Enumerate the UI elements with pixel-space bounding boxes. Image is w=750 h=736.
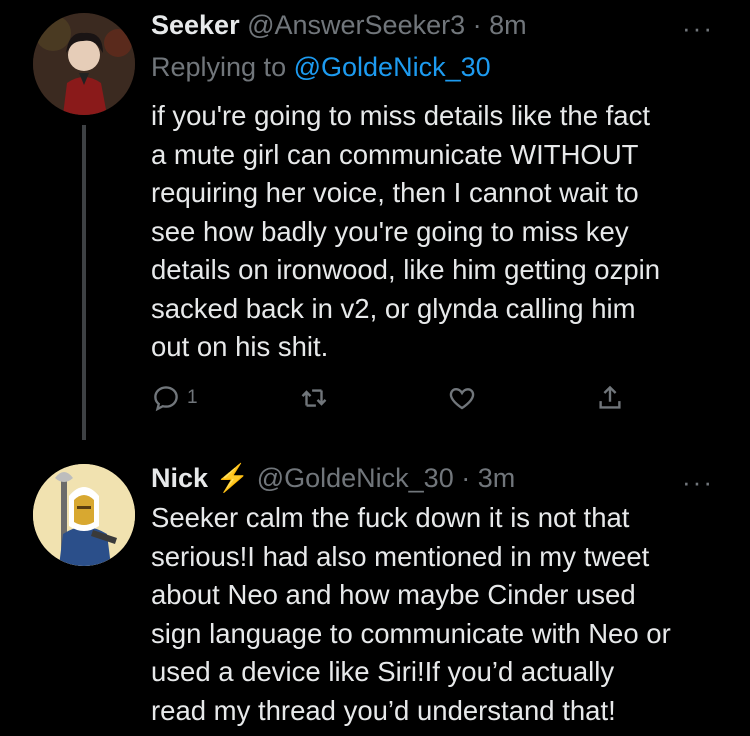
user-handle[interactable]: @GoldeNick_30 (257, 463, 454, 493)
tweet-header: Nick ⚡ @GoldeNick_30 · 3m (151, 462, 515, 494)
share-button[interactable] (595, 380, 625, 416)
like-icon (449, 388, 475, 410)
tweet-header: Seeker @AnswerSeeker3 · 8m (151, 9, 527, 41)
user-handle[interactable]: @AnswerSeeker3 (247, 10, 465, 40)
like-button[interactable] (447, 380, 477, 416)
thread-line (82, 125, 86, 440)
display-name[interactable]: Seeker (151, 10, 240, 40)
separator: · (472, 10, 482, 40)
reply-icon (154, 386, 178, 412)
timestamp[interactable]: 3m (478, 463, 516, 493)
more-icon[interactable]: ··· (682, 469, 714, 495)
avatar-seeker[interactable] (33, 13, 135, 115)
retweet-button[interactable] (299, 380, 329, 416)
replying-to: Replying to @GoldeNick_30 (151, 51, 491, 83)
replying-to-handle-link[interactable]: @GoldeNick_30 (294, 52, 491, 82)
reply-button[interactable]: 1 (151, 380, 198, 416)
avatar-nick[interactable] (33, 464, 135, 566)
reply-count: 1 (187, 387, 198, 408)
share-icon (599, 385, 621, 409)
separator: · (461, 463, 471, 493)
tweet-actions: 1 (151, 380, 631, 420)
tweet-text: if you're going to miss details like the… (151, 100, 661, 362)
more-icon[interactable]: ··· (682, 15, 714, 41)
retweet-icon (301, 389, 327, 407)
display-name[interactable]: Nick (151, 463, 208, 493)
tweet-text: Seeker calm the fuck down it is not that… (151, 502, 671, 726)
tweet-seeker[interactable]: Seeker @AnswerSeeker3 · 8m ··· Replying … (0, 0, 750, 440)
timestamp[interactable]: 8m (489, 10, 527, 40)
lightning-icon: ⚡ (215, 463, 250, 493)
replying-label: Replying to (151, 52, 287, 82)
tweet-nick[interactable]: Nick ⚡ @GoldeNick_30 · 3m ··· Seeker cal… (0, 440, 750, 736)
